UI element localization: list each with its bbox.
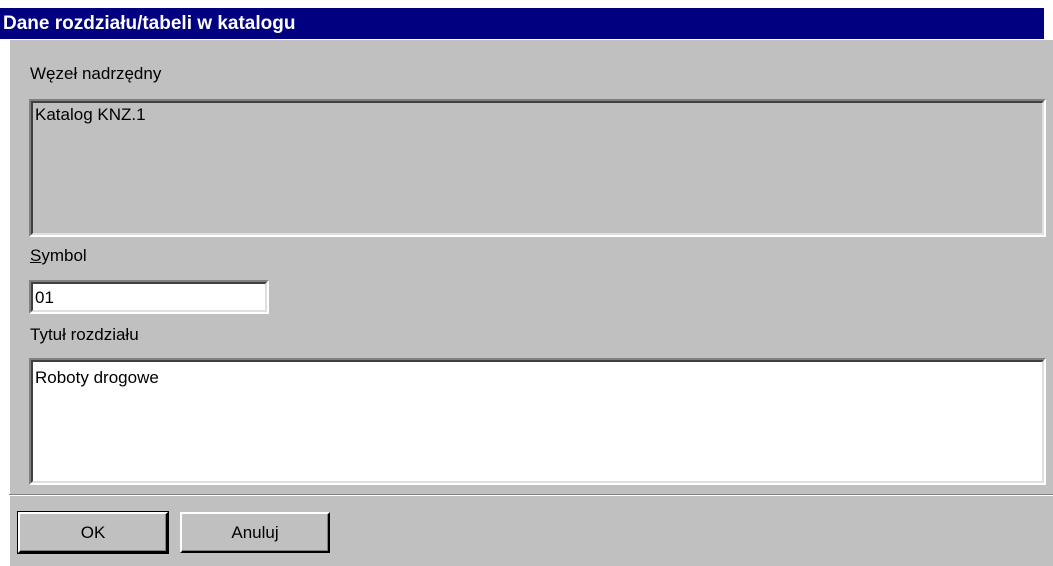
ok-button[interactable]: OK	[17, 511, 169, 554]
parent-node-field: Katalog KNZ.1	[29, 99, 1046, 237]
parent-node-value: Katalog KNZ.1	[31, 101, 1044, 235]
ok-button-label: OK	[80, 522, 106, 542]
symbol-label-mnemonic: S	[30, 246, 42, 265]
symbol-input[interactable]: 01	[29, 280, 269, 314]
chapter-title-input[interactable]: Roboty drogowe	[29, 358, 1046, 485]
symbol-label-rest: ymbol	[41, 246, 87, 265]
cancel-button[interactable]: Anuluj	[180, 512, 330, 553]
dialog-titlebar: Dane rozdziału/tabeli w katalogu	[0, 8, 1044, 39]
chapter-title-value[interactable]: Roboty drogowe	[31, 360, 1044, 483]
cancel-button-label: Anuluj	[231, 522, 279, 542]
chapter-title-label: Tytuł rozdziału	[30, 325, 139, 344]
dialog-title: Dane rozdziału/tabeli w katalogu	[3, 13, 296, 34]
button-separator	[9, 494, 1053, 496]
symbol-value[interactable]: 01	[31, 282, 267, 312]
parent-node-label: Węzeł nadrzędny	[30, 64, 162, 83]
symbol-label: Symbol	[30, 246, 87, 266]
